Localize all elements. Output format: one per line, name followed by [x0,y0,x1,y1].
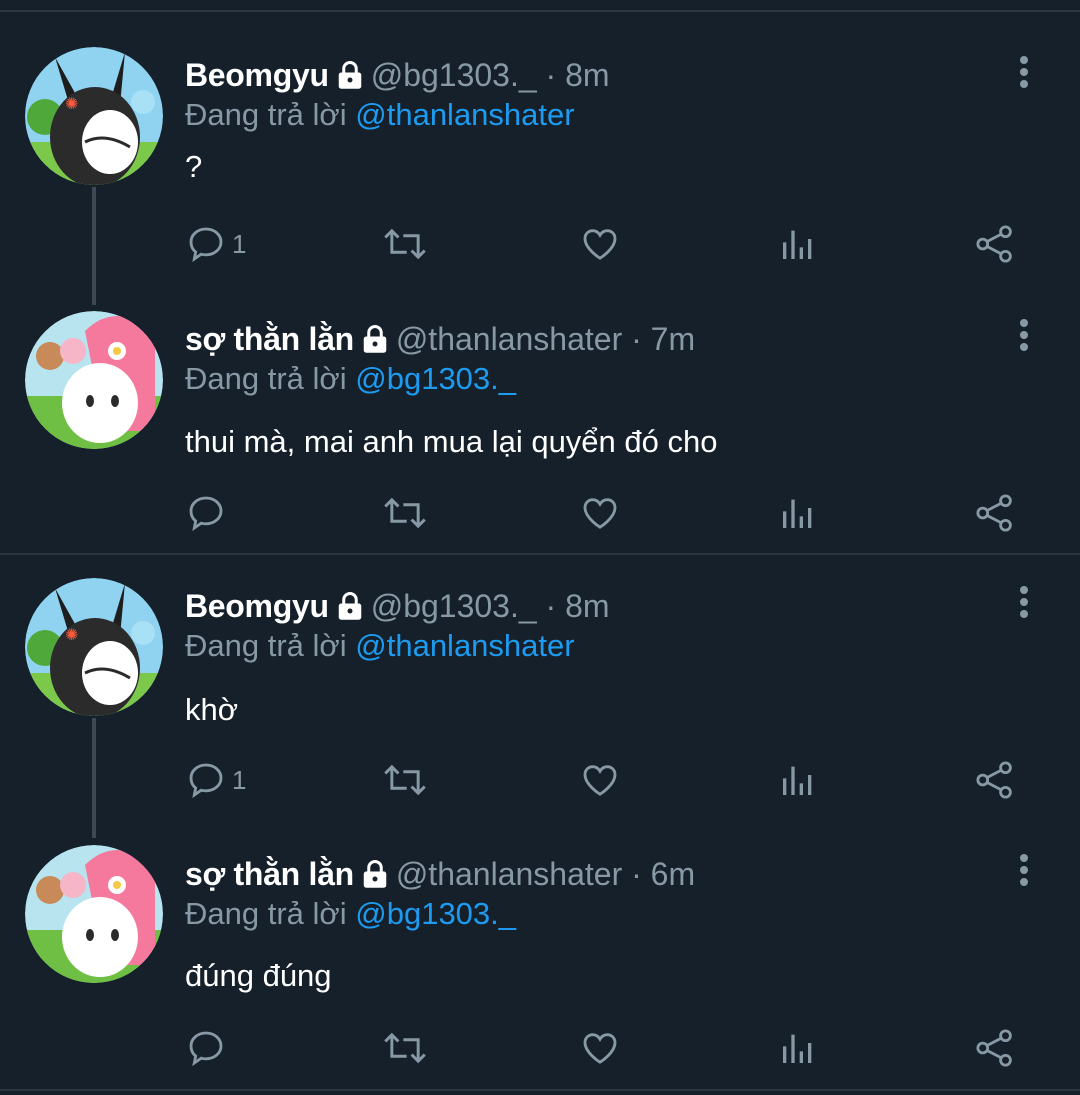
replying-to: Đang trả lời @bg1303._ [185,895,516,933]
tweet-header: Beomgyu @bg1303._ · 8m [185,56,610,96]
share-button[interactable] [974,488,1016,538]
handle[interactable]: @bg1303._ [371,588,537,624]
retweet-icon [384,1032,426,1064]
views-button[interactable] [778,219,818,269]
heart-icon [583,498,617,529]
handle[interactable]: @bg1303._ [371,57,537,93]
like-button[interactable] [580,219,620,269]
more-vertical-icon[interactable] [1012,582,1036,622]
share-icon [976,225,1012,263]
lock-icon [338,591,361,620]
tweet-header: sợ thằn lằn @thanlanshater · 6m [185,855,695,895]
timestamp[interactable]: 7m [651,321,695,357]
avatar[interactable]: ✺ [25,578,163,716]
reply-button[interactable] [186,488,232,538]
reply-button[interactable] [186,1023,232,1073]
reply-icon [189,496,223,532]
views-icon [783,499,812,528]
views-icon [783,766,812,795]
tweet-text: khờ [185,692,239,727]
separator-dot: · [545,57,557,93]
lock-icon [338,60,361,89]
share-icon [976,1029,1012,1067]
tweet-text: thui mà, mai anh mua lại quyển đó cho [185,424,718,459]
reply-icon [189,763,223,799]
replying-prefix: Đang trả lời [185,896,347,931]
share-button[interactable] [974,219,1016,269]
action-bar: 1 [0,219,1080,269]
like-button[interactable] [580,488,620,538]
mention-link[interactable]: @thanlanshater [355,97,574,132]
tweet-text: ? [185,149,203,184]
action-bar: 1 [0,755,1080,805]
replying-to: Đang trả lời @bg1303._ [185,360,516,398]
timestamp[interactable]: 6m [651,856,695,892]
action-bar [0,488,1080,538]
separator-dot: · [631,321,642,357]
retweet-button[interactable] [382,219,428,269]
lock-icon [363,324,387,353]
reply-icon [189,1031,223,1067]
reply-count: 1 [232,764,247,795]
tweet-header: sợ thằn lằn @thanlanshater · 7m [185,320,695,360]
heart-icon [583,765,617,796]
mention-link[interactable]: @thanlanshater [355,628,574,663]
replying-prefix: Đang trả lời [185,97,347,132]
reply-count: 1 [232,228,247,259]
thread-divider [0,553,1080,555]
views-icon [783,1034,812,1063]
tweet-text: đúng đúng [185,958,332,993]
like-button[interactable] [580,1023,620,1073]
reply-button[interactable]: 1 [186,219,246,269]
views-button[interactable] [778,755,818,805]
views-button[interactable] [778,488,818,538]
mention-link[interactable]: @bg1303._ [355,361,516,396]
like-button[interactable] [580,755,620,805]
share-icon [976,761,1012,799]
action-bar [0,1023,1080,1073]
handle[interactable]: @thanlanshater [396,321,622,357]
share-button[interactable] [974,755,1016,805]
retweet-button[interactable] [382,488,428,538]
svg-text:✺: ✺ [65,625,78,644]
svg-text:✺: ✺ [65,94,78,113]
share-button[interactable] [974,1023,1016,1073]
top-divider [0,10,1080,12]
retweet-icon [384,497,426,529]
timestamp[interactable]: 8m [565,57,609,93]
replying-prefix: Đang trả lời [185,628,347,663]
heart-icon [583,1033,617,1064]
heart-icon [583,229,617,260]
timestamp[interactable]: 8m [565,588,609,624]
replying-to: Đang trả lời @thanlanshater [185,96,575,134]
share-icon [976,494,1012,532]
views-button[interactable] [778,1023,818,1073]
replying-to: Đang trả lời @thanlanshater [185,627,575,665]
lock-icon [363,859,387,888]
tweet-header: Beomgyu @bg1303._ · 8m [185,587,610,627]
display-name[interactable]: Beomgyu [185,57,329,93]
display-name[interactable]: sợ thằn lằn [185,321,354,357]
separator-dot: · [545,588,557,624]
mention-link[interactable]: @bg1303._ [355,896,516,931]
display-name[interactable]: Beomgyu [185,588,329,624]
reply-icon [189,227,223,263]
handle[interactable]: @thanlanshater [396,856,622,892]
avatar[interactable]: ✺ [25,47,163,185]
reply-button[interactable]: 1 [186,755,246,805]
separator-dot: · [631,856,642,892]
avatar[interactable] [25,311,163,449]
avatar[interactable] [25,845,163,983]
more-vertical-icon[interactable] [1012,52,1036,92]
retweet-icon [384,228,426,260]
bottom-divider [0,1089,1080,1091]
more-vertical-icon[interactable] [1012,315,1036,355]
retweet-button[interactable] [382,755,428,805]
display-name[interactable]: sợ thằn lằn [185,856,354,892]
views-icon [783,230,812,259]
retweet-icon [384,764,426,796]
replying-prefix: Đang trả lời [185,361,347,396]
retweet-button[interactable] [382,1023,428,1073]
more-vertical-icon[interactable] [1012,850,1036,890]
